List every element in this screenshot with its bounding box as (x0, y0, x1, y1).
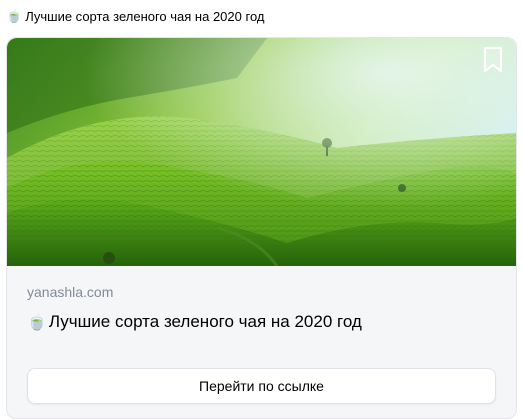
snippet-title-label: Лучшие сорта зеленого чая на 2020 год (48, 312, 362, 331)
snippet-image[interactable] (7, 38, 516, 266)
post-text: 🍵 Лучшие сорта зеленого чая на 2020 год (6, 6, 264, 26)
tea-emoji-icon: 🍵 (27, 314, 47, 331)
bookmark-icon[interactable] (480, 46, 506, 74)
link-snippet-card[interactable]: yanashla.com 🍵 Лучшие сорта зеленого чая… (6, 37, 517, 419)
snippet-domain[interactable]: yanashla.com (27, 284, 113, 300)
post-text-label: Лучшие сорта зеленого чая на 2020 год (25, 8, 265, 24)
open-link-button[interactable]: Перейти по ссылке (27, 368, 496, 404)
tea-emoji-icon: 🍵 (6, 8, 23, 23)
snippet-title[interactable]: 🍵 Лучшие сорта зеленого чая на 2020 год (27, 312, 362, 332)
